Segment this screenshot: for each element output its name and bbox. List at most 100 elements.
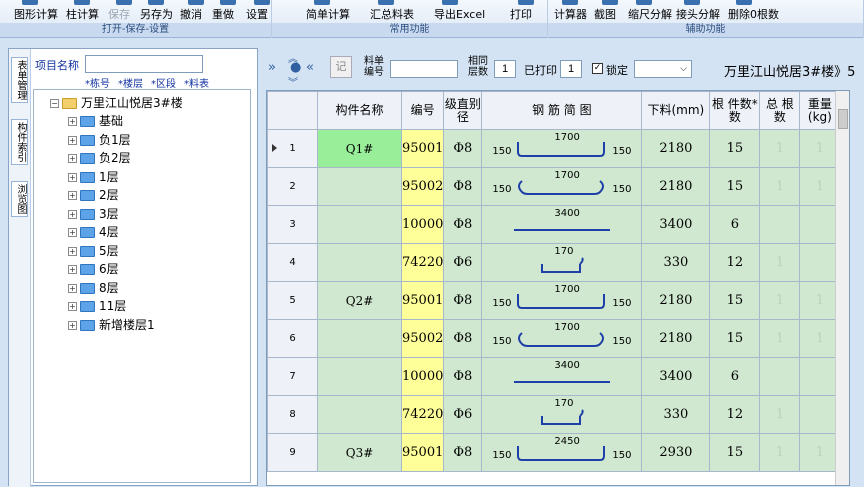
tree-node[interactable]: + 基础 [68, 112, 123, 130]
grade-cell[interactable]: Φ8 [443, 205, 483, 244]
header-weight[interactable]: 重量(kg) [799, 91, 841, 130]
row-header[interactable]: 4 [267, 243, 318, 282]
ribbon-button[interactable]: 另存为 [140, 6, 173, 22]
ribbon-button[interactable]: 计算器 [554, 6, 587, 22]
tree-node[interactable]: +4层 [68, 223, 119, 241]
code-cell[interactable]: 10000 [400, 205, 445, 244]
length-cell[interactable]: 330 [641, 243, 711, 282]
tree-node[interactable]: +3层 [68, 205, 119, 223]
tree-node[interactable]: + 负2层 [68, 149, 131, 167]
ribbon-button[interactable]: 截图 [594, 6, 616, 22]
total-cell[interactable]: 1 [759, 319, 801, 358]
row-header[interactable]: 7 [267, 357, 318, 396]
row-header[interactable]: 1 [267, 129, 318, 168]
count-cell[interactable]: 15 [709, 167, 761, 206]
shape-cell[interactable]: 170 [481, 395, 643, 434]
grade-cell[interactable]: Φ6 [443, 243, 483, 282]
tree-node[interactable]: +8层 [68, 279, 119, 297]
ribbon-button[interactable]: 重做 [212, 6, 234, 22]
shape-cell[interactable]: 2450 150 150 [481, 433, 643, 472]
row-header[interactable]: 8 [267, 395, 318, 434]
expand-all-icon[interactable]: » [268, 60, 276, 75]
header-length[interactable]: 下料(mm) [641, 91, 711, 130]
total-cell[interactable]: 1 [759, 243, 801, 282]
weight-cell[interactable] [799, 357, 841, 396]
shape-cell[interactable]: 1700 150 150 [481, 129, 643, 168]
collapse-down-icon[interactable]: ︾ [288, 74, 298, 89]
table-row[interactable]: 5 Q2# 95001 Φ8 1700 150 150 2180 15 1 1 [267, 281, 841, 320]
collapse-all-icon[interactable]: « [306, 60, 314, 75]
count-cell[interactable]: 15 [709, 281, 761, 320]
tree-root[interactable]: − 万里江山悦居3#楼 [50, 94, 183, 112]
length-cell[interactable]: 3400 [641, 357, 711, 396]
count-cell[interactable]: 12 [709, 395, 761, 434]
expand-icon[interactable]: + [68, 283, 77, 293]
code-cell[interactable]: 95002 [400, 319, 445, 358]
ribbon-button[interactable]: 缩尺分解 [628, 6, 672, 22]
count-cell[interactable]: 15 [709, 319, 761, 358]
code-cell[interactable]: 95001 [400, 433, 445, 472]
table-row[interactable]: 9 Q3# 95001 Φ8 2450 150 150 2930 15 1 1 [267, 433, 841, 472]
table-row[interactable]: 1 Q1# 95001 Φ8 1700 150 150 2180 15 1 1 [267, 129, 841, 168]
ribbon-button[interactable]: 导出Excel [434, 6, 485, 22]
total-cell[interactable] [759, 205, 801, 244]
project-name-input[interactable] [85, 55, 203, 73]
member-cell[interactable]: Q1# [317, 129, 402, 168]
expand-icon[interactable]: + [68, 117, 77, 126]
member-cell[interactable] [317, 167, 402, 206]
weight-cell[interactable]: 1 [799, 129, 841, 168]
ribbon-button[interactable]: 设置 [246, 6, 268, 22]
header-shape[interactable]: 钢 筋 简 图 [481, 91, 643, 130]
length-cell[interactable]: 2930 [641, 433, 711, 472]
ribbon-button[interactable]: 简单计算 [306, 6, 350, 22]
ribbon-button[interactable]: 保存 [108, 6, 130, 22]
code-cell[interactable]: 95002 [400, 167, 445, 206]
expand-icon[interactable]: + [68, 191, 77, 200]
code-cell[interactable]: 95001 [400, 281, 445, 320]
row-header[interactable]: 6 [267, 319, 318, 358]
total-cell[interactable]: 1 [759, 281, 801, 320]
count-cell[interactable]: 6 [709, 357, 761, 396]
scrollbar-thumb[interactable] [838, 109, 848, 129]
sheet-no-input[interactable] [390, 60, 458, 78]
row-header[interactable]: 3 [267, 205, 318, 244]
shape-cell[interactable]: 3400 [481, 205, 643, 244]
member-cell[interactable]: Q2# [317, 281, 402, 320]
tree-node[interactable]: +1层 [68, 168, 119, 186]
grade-cell[interactable]: Φ8 [443, 433, 483, 472]
shape-cell[interactable]: 170 [481, 243, 643, 282]
length-cell[interactable]: 2180 [641, 167, 711, 206]
ribbon-button[interactable]: 汇总料表 [370, 6, 414, 22]
same-floors-input[interactable] [494, 60, 516, 78]
ribbon-button[interactable]: 柱计算 [66, 6, 99, 22]
ribbon-button[interactable]: 接头分解 [676, 6, 720, 22]
tab-member-index[interactable]: 构件索引 [11, 119, 28, 165]
header-total[interactable]: 总 根 数 [759, 91, 801, 130]
expand-icon[interactable]: + [68, 172, 77, 182]
weight-cell[interactable]: 1 [799, 319, 841, 358]
ribbon-button[interactable]: 撤消 [180, 6, 202, 22]
expand-icon[interactable]: + [68, 154, 77, 163]
shape-cell[interactable]: 1700 150 150 [481, 281, 643, 320]
tree-node[interactable]: +11层 [68, 297, 126, 315]
shape-cell[interactable]: 1700 150 150 [481, 319, 643, 358]
weight-cell[interactable]: 1 [799, 281, 841, 320]
table-row[interactable]: 2 95002 Φ8 1700 150 150 2180 15 1 1 [267, 167, 841, 206]
weight-cell[interactable]: 1 [799, 433, 841, 472]
project-tree[interactable]: − 万里江山悦居3#楼 + 基础 + 负1层 + 负2层 +1层 +2层 +3层 +4层 +5层 +6层… [33, 89, 278, 483]
tree-node[interactable]: + 新增楼层1 [68, 316, 155, 334]
total-cell[interactable]: 1 [759, 433, 801, 472]
header-count[interactable]: 根 件数*数 [709, 91, 761, 130]
table-row[interactable]: 6 95002 Φ8 1700 150 150 2180 15 1 1 [267, 319, 841, 358]
total-cell[interactable]: 1 [759, 167, 801, 206]
member-cell[interactable] [317, 395, 402, 434]
length-cell[interactable]: 2180 [641, 281, 711, 320]
member-cell[interactable] [317, 243, 402, 282]
expand-icon[interactable]: + [68, 265, 77, 274]
member-cell[interactable]: Q3# [317, 433, 402, 472]
ribbon-button[interactable]: 打印 [510, 6, 532, 22]
tree-node[interactable]: +5层 [68, 242, 119, 260]
length-cell[interactable]: 3400 [641, 205, 711, 244]
code-cell[interactable]: 10000 [400, 357, 445, 396]
record-button[interactable]: 记 [330, 56, 352, 78]
